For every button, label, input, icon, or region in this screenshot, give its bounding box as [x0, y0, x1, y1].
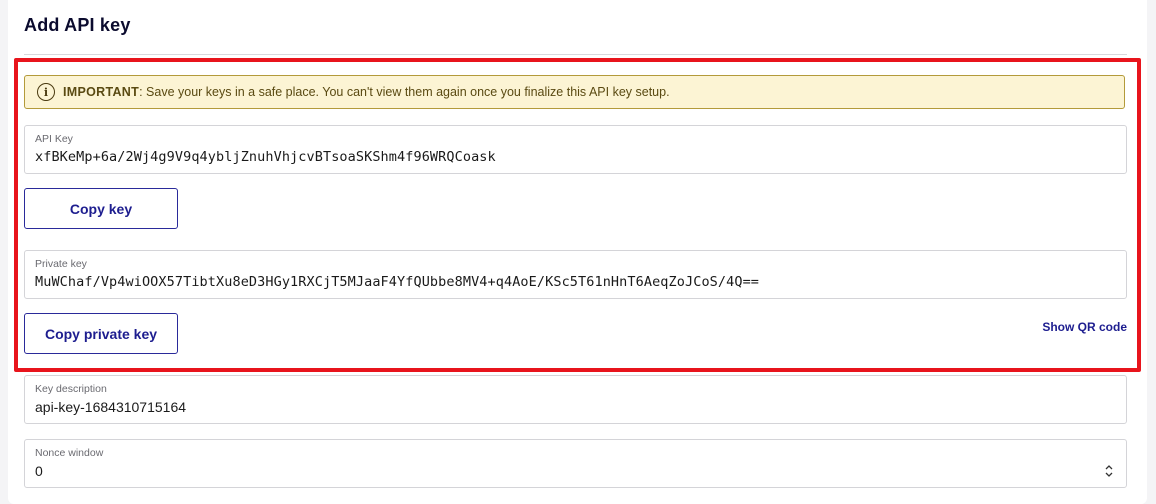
key-description-label: Key description [35, 383, 107, 395]
private-key-label: Private key [35, 258, 87, 270]
page-title: Add API key [24, 15, 131, 35]
copy-private-key-button[interactable]: Copy private key [24, 313, 178, 354]
show-qr-code-link[interactable]: Show QR code [1042, 320, 1127, 334]
important-alert: i IMPORTANT: Save your keys in a safe pl… [24, 75, 1125, 109]
stepper-icon[interactable] [1104, 464, 1114, 478]
api-key-value[interactable]: xfBKeMp+6a/2Wj4g9V9q4ybljZnuhVhjcvBTsoaS… [35, 149, 496, 165]
nonce-window-label: Nonce window [35, 447, 104, 459]
alert-text: IMPORTANT: Save your keys in a safe plac… [63, 85, 670, 99]
key-description-value[interactable]: api-key-1684310715164 [35, 399, 186, 415]
title-divider [24, 54, 1127, 55]
api-key-field[interactable]: API Key xfBKeMp+6a/2Wj4g9V9q4ybljZnuhVhj… [24, 125, 1127, 174]
copy-key-button[interactable]: Copy key [24, 188, 178, 229]
api-key-label: API Key [35, 133, 73, 145]
private-key-value[interactable]: MuWChaf/Vp4wiOOX57TibtXu8eD3HGy1RXCjT5MJ… [35, 274, 759, 290]
alert-strong: IMPORTANT [63, 85, 140, 99]
nonce-window-field[interactable]: Nonce window 0 [24, 439, 1127, 488]
info-circle-icon: i [37, 83, 55, 101]
alert-message: : Save your keys in a safe place. You ca… [139, 85, 670, 99]
private-key-field[interactable]: Private key MuWChaf/Vp4wiOOX57TibtXu8eD3… [24, 250, 1127, 299]
key-description-field[interactable]: Key description api-key-1684310715164 [24, 375, 1127, 424]
nonce-window-value[interactable]: 0 [35, 463, 43, 479]
